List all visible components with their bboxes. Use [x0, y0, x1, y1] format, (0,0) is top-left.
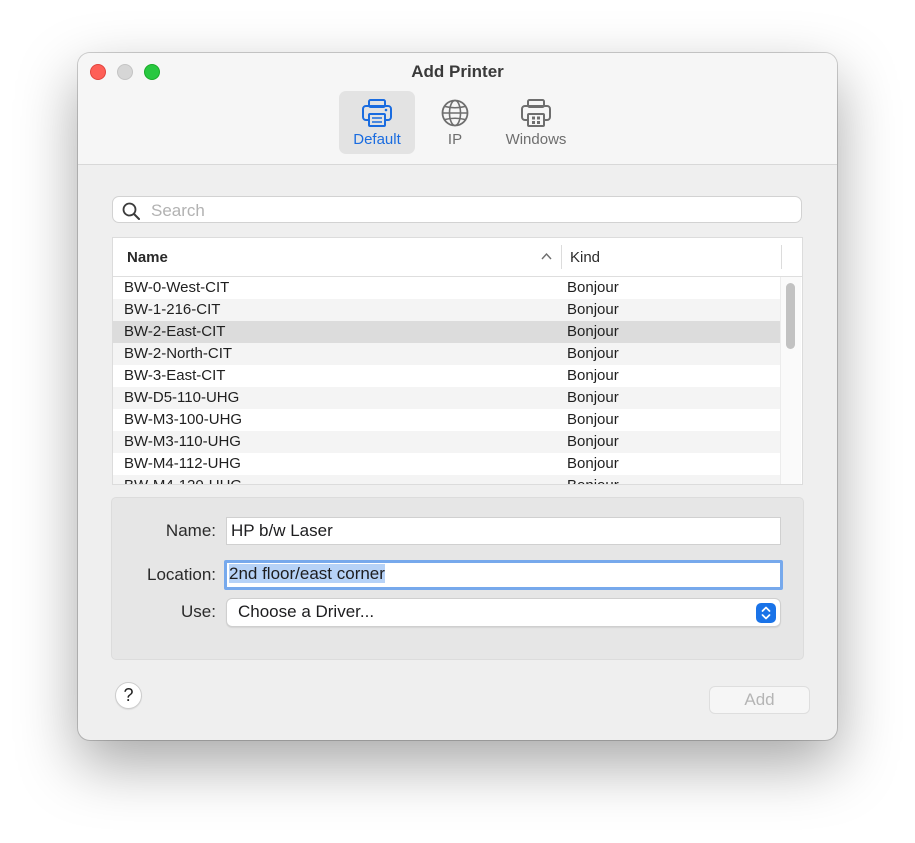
- printer-row-selected[interactable]: BW-2-East-CIT Bonjour: [113, 321, 783, 343]
- printer-kind: Bonjour: [567, 323, 619, 340]
- add-button[interactable]: Add: [709, 686, 810, 714]
- printer-name: BW-2-North-CIT: [124, 345, 233, 362]
- sort-ascending-icon[interactable]: [541, 252, 552, 260]
- windows-printer-icon: [521, 99, 551, 127]
- printer-kind: Bonjour: [567, 279, 619, 296]
- printer-row[interactable]: BW-1-216-CIT Bonjour: [113, 299, 783, 321]
- window-title: Add Printer: [411, 62, 504, 81]
- printer-row[interactable]: BW-M4-112-UHG Bonjour: [113, 453, 783, 475]
- name-field[interactable]: HP b/w Laser: [226, 517, 781, 545]
- name-label: Name:: [165, 521, 216, 540]
- location-field[interactable]: 2nd floor/east corner: [224, 560, 783, 590]
- printer-row[interactable]: BW-0-West-CIT Bonjour: [113, 277, 783, 299]
- column-divider[interactable]: [561, 245, 562, 269]
- driver-popup-button[interactable]: Choose a Driver...: [226, 598, 781, 627]
- printer-row[interactable]: BW-M3-110-UHG Bonjour: [113, 431, 783, 453]
- printer-kind: Bonjour: [567, 367, 619, 384]
- printer-row[interactable]: BW-2-North-CIT Bonjour: [113, 343, 783, 365]
- toolbar-windows-button[interactable]: Windows: [496, 91, 576, 154]
- printer-name: BW-2-East-CIT: [124, 323, 226, 340]
- search-icon: [122, 202, 140, 220]
- printer-kind: Bonjour: [567, 477, 619, 484]
- printer-name: BW-0-West-CIT: [124, 279, 230, 296]
- toolbar-default-label: Default: [353, 131, 401, 148]
- printer-name: BW-D5-110-UHG: [124, 389, 240, 406]
- printer-kind: Bonjour: [567, 301, 619, 318]
- printer-name: BW-M3-110-UHG: [124, 433, 241, 450]
- title-bar: Add Printer Default IP Windows: [78, 53, 837, 165]
- printer-rows: BW-0-West-CIT Bonjour BW-1-216-CIT Bonjour…: [113, 277, 783, 484]
- location-field-value: 2nd floor/east corner: [229, 564, 385, 583]
- column-header-name[interactable]: Name: [127, 249, 168, 266]
- printer-kind: Bonjour: [567, 433, 619, 450]
- toolbar-windows-label: Windows: [505, 131, 567, 148]
- printer-row[interactable]: BW-3-East-CIT Bonjour: [113, 365, 783, 387]
- add-printer-window: Add Printer Default IP Windows Search Na…: [78, 53, 837, 740]
- printer-kind: Bonjour: [567, 411, 619, 428]
- help-button[interactable]: ?: [115, 682, 142, 709]
- globe-icon: [441, 99, 469, 127]
- printer-icon: [362, 99, 392, 127]
- location-label: Location:: [147, 565, 216, 584]
- scrollbar-thumb[interactable]: [786, 283, 795, 349]
- column-divider[interactable]: [781, 245, 782, 269]
- use-label: Use:: [181, 602, 216, 621]
- printer-row[interactable]: BW-M4-120-UHG Bonjour: [113, 475, 783, 484]
- search-input[interactable]: [149, 199, 793, 222]
- toolbar-ip-label: IP: [447, 131, 463, 148]
- printer-row[interactable]: BW-D5-110-UHG Bonjour: [113, 387, 783, 409]
- printer-name: BW-1-216-CIT: [124, 301, 221, 318]
- printer-name: BW-M4-120-UHG: [124, 477, 242, 484]
- column-header-kind[interactable]: Kind: [570, 249, 600, 266]
- driver-popup-value: Choose a Driver...: [238, 602, 375, 621]
- printer-row[interactable]: BW-M3-100-UHG Bonjour: [113, 409, 783, 431]
- printer-kind: Bonjour: [567, 389, 619, 406]
- table-header: Name Kind: [113, 238, 802, 277]
- printer-details-form: Name: HP b/w Laser Location: 2nd floor/e…: [111, 497, 804, 660]
- toolbar-ip-button[interactable]: IP: [426, 91, 484, 154]
- popup-stepper-icon: [756, 603, 776, 623]
- printer-name: BW-M4-112-UHG: [124, 455, 241, 472]
- toolbar-default-button[interactable]: Default: [339, 91, 415, 154]
- name-field-value: HP b/w Laser: [231, 521, 333, 540]
- table-scrollbar[interactable]: [780, 277, 801, 484]
- printer-name: BW-M3-100-UHG: [124, 411, 243, 428]
- printer-name: BW-3-East-CIT: [124, 367, 226, 384]
- printer-kind: Bonjour: [567, 345, 619, 362]
- search-field[interactable]: [112, 196, 802, 223]
- printer-kind: Bonjour: [567, 455, 619, 472]
- printer-table: Name Kind BW-0-West-CIT Bonjour BW-1-216-…: [112, 237, 803, 485]
